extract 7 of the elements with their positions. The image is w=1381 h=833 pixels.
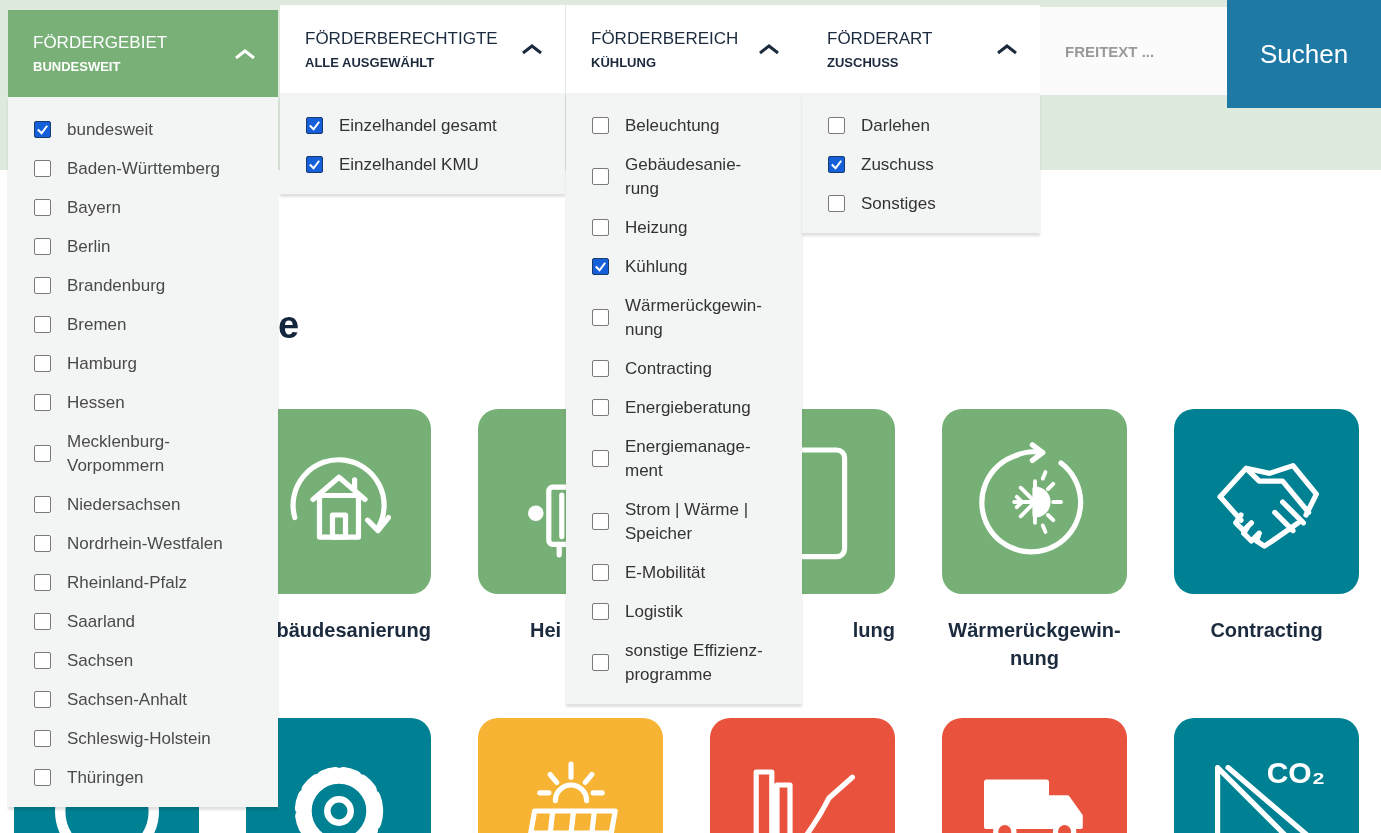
tile-label: Contracting <box>1210 618 1323 643</box>
tile-label: Hei <box>529 618 562 643</box>
section-heading: e <box>278 303 300 348</box>
co2-label: CO₂ <box>1266 756 1325 790</box>
tile-label: Wärmerückgewin- nung <box>948 618 1121 671</box>
tile-label: bäudesanierung <box>276 618 431 643</box>
tile-label: lung <box>852 618 895 643</box>
